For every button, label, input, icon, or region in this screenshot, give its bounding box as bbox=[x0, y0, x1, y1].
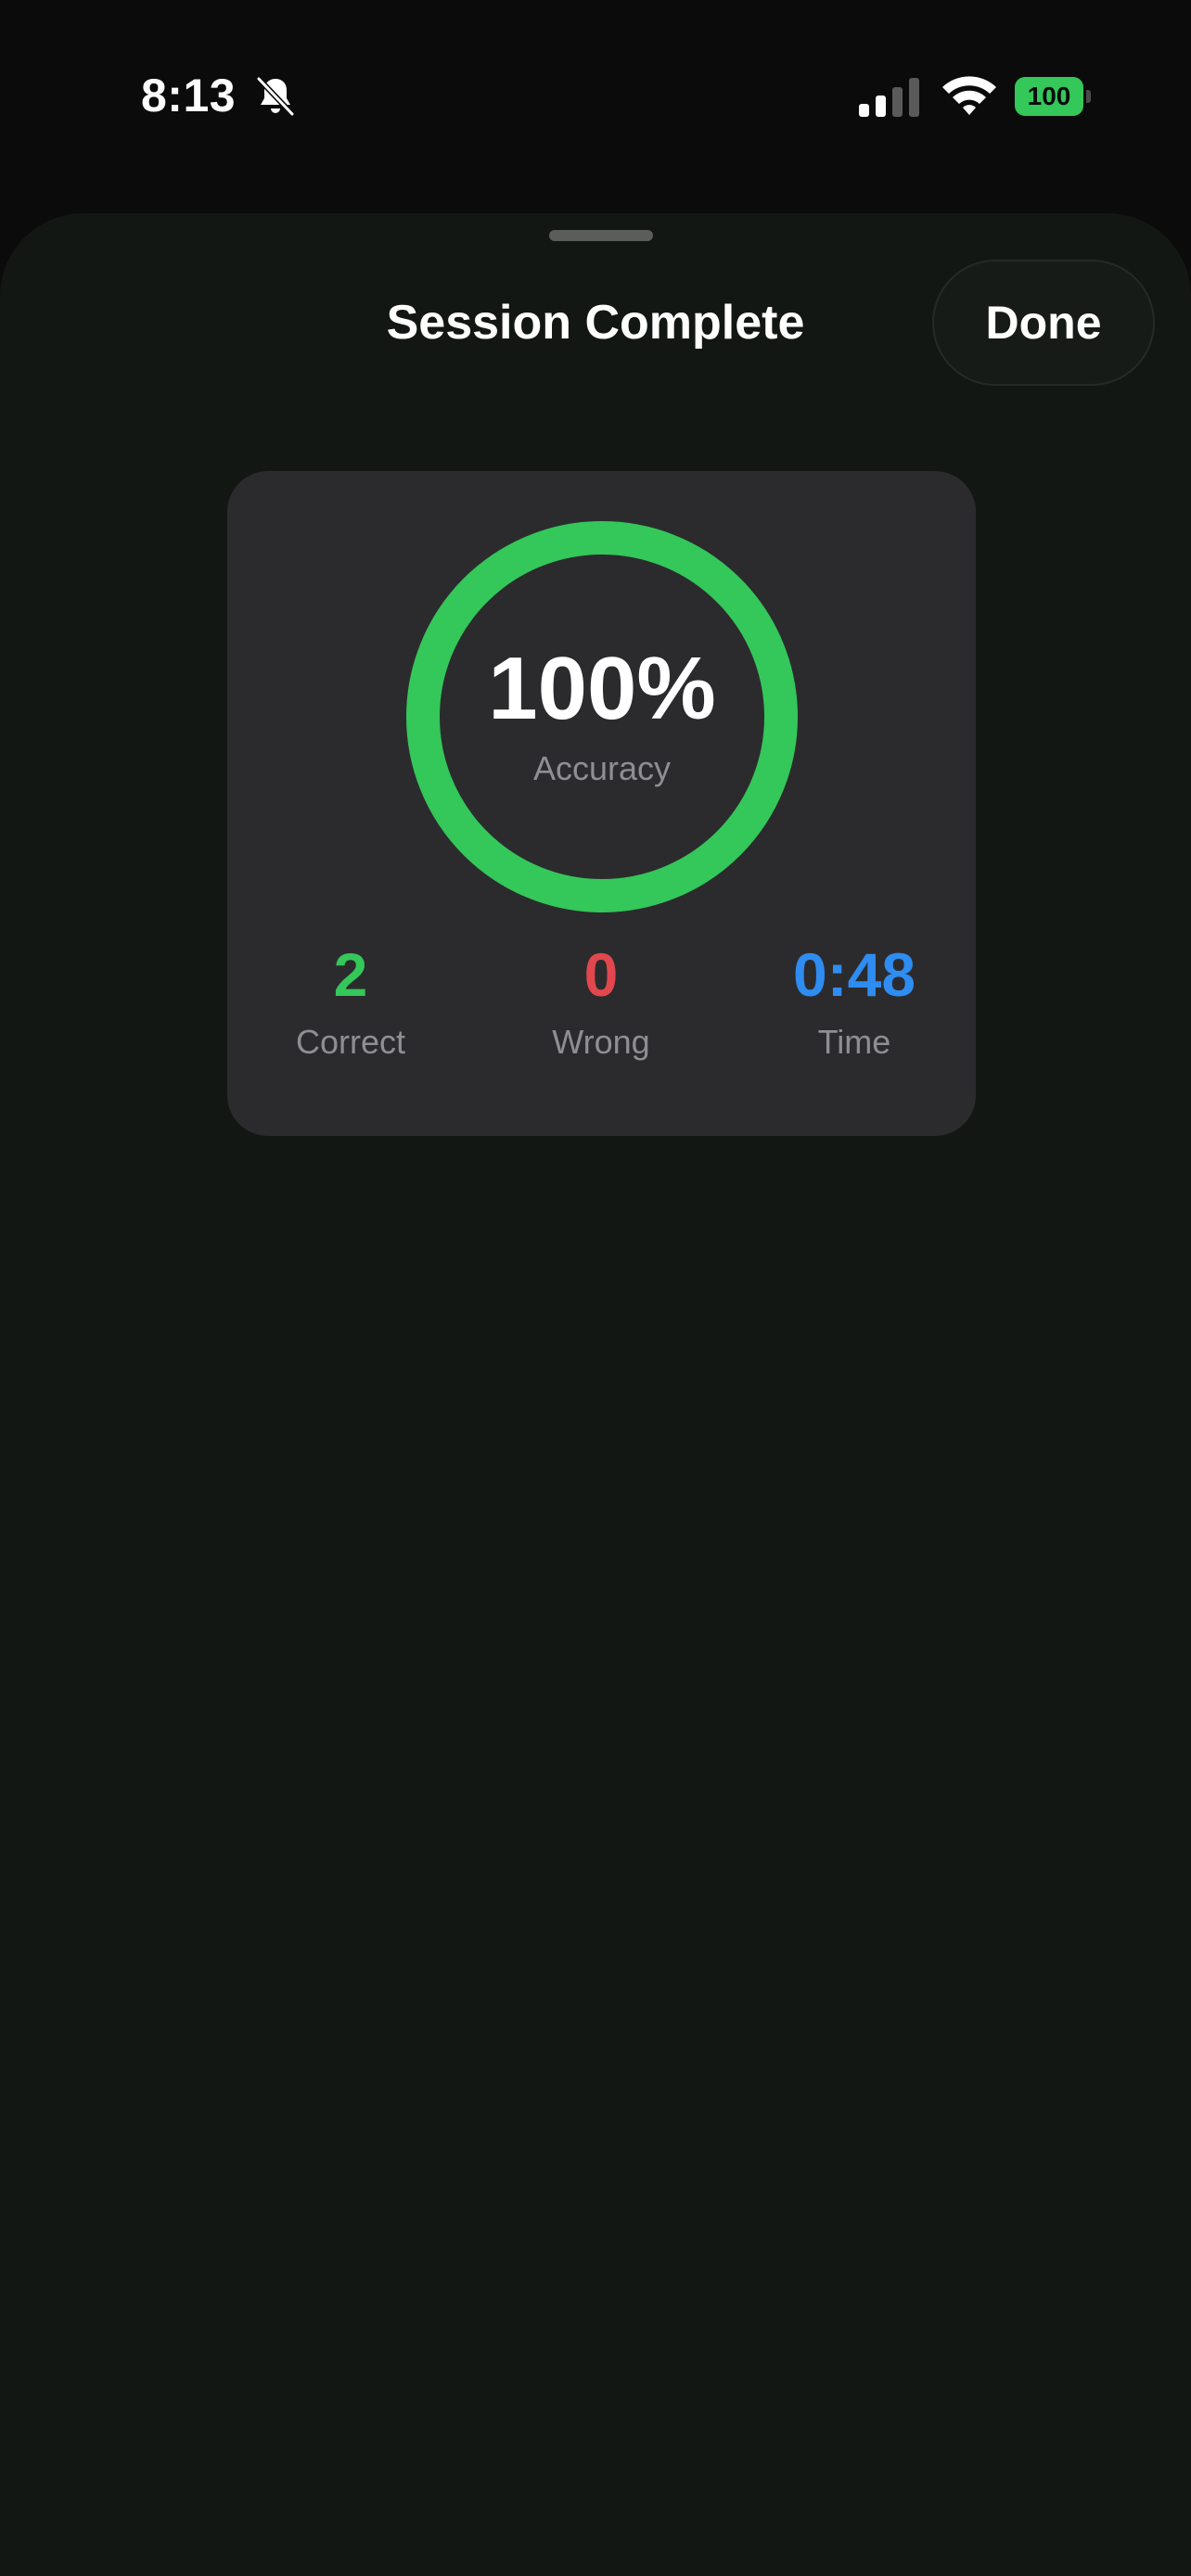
status-time: 8:13 bbox=[141, 70, 237, 121]
wrong-count: 0 bbox=[583, 940, 619, 1009]
bell-slash-icon bbox=[256, 76, 295, 117]
accuracy-value: 100% bbox=[488, 639, 716, 738]
app-screen: 8:13 100 Session Complete Done 100% Accu… bbox=[0, 0, 1191, 2576]
correct-label: Correct bbox=[295, 1023, 406, 1061]
battery-cap bbox=[1086, 90, 1091, 103]
time-label: Time bbox=[817, 1023, 891, 1061]
correct-count: 2 bbox=[333, 940, 368, 1009]
done-button[interactable]: Done bbox=[932, 260, 1155, 386]
stat-correct: 2 Correct bbox=[249, 939, 453, 1062]
accuracy-ring: 100% Accuracy bbox=[403, 517, 801, 916]
wifi-icon bbox=[942, 76, 996, 115]
stat-wrong: 0 Wrong bbox=[499, 939, 703, 1062]
status-bar: 8:13 100 bbox=[0, 0, 1191, 195]
wrong-label: Wrong bbox=[552, 1023, 650, 1061]
time-value: 0:48 bbox=[792, 940, 916, 1009]
cellular-signal-icon bbox=[859, 78, 919, 117]
battery-icon: 100 bbox=[1015, 77, 1091, 116]
session-complete-sheet: Session Complete Done 100% Accuracy 2 Co… bbox=[0, 213, 1191, 2576]
battery-level: 100 bbox=[1015, 77, 1083, 116]
accuracy-label: Accuracy bbox=[532, 749, 672, 787]
sheet-grabber[interactable] bbox=[549, 230, 653, 241]
stat-time: 0:48 Time bbox=[752, 939, 956, 1062]
result-card: 100% Accuracy 2 Correct 0 Wrong 0:48 Tim… bbox=[227, 471, 976, 1136]
